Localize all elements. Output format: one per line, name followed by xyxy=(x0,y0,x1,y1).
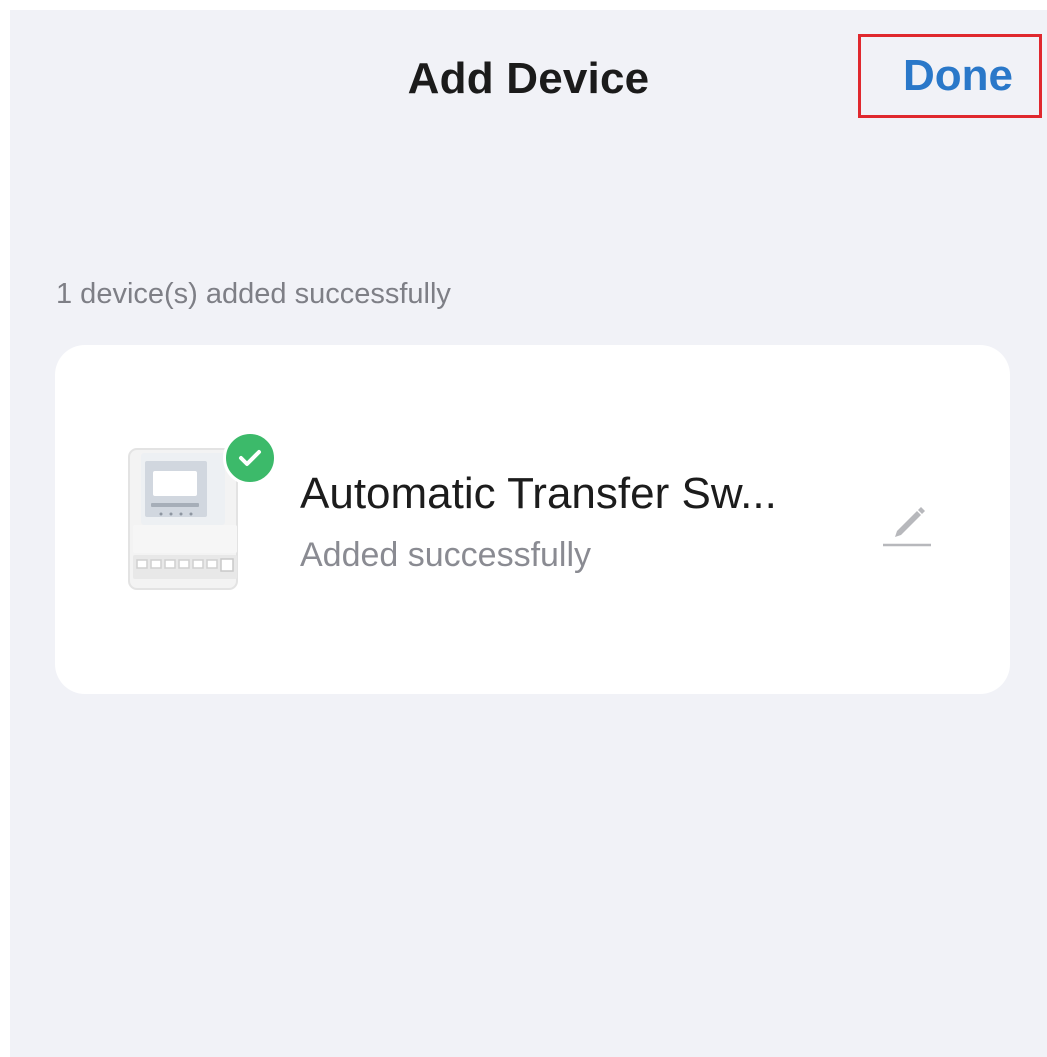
edit-device-name-button[interactable] xyxy=(877,493,937,553)
header: Add Device Done xyxy=(10,10,1047,150)
added-count-caption: 1 device(s) added successfully xyxy=(56,278,451,310)
done-button[interactable]: Done xyxy=(903,54,1013,98)
device-card[interactable]: Automatic Transfer Sw... Added successfu… xyxy=(55,345,1010,694)
pencil-icon xyxy=(877,507,937,557)
device-status: Added successfully xyxy=(300,536,592,574)
device-name: Automatic Transfer Sw... xyxy=(300,469,777,518)
check-icon xyxy=(223,431,277,485)
add-device-screen: Add Device Done 1 device(s) added succes… xyxy=(10,10,1047,1057)
